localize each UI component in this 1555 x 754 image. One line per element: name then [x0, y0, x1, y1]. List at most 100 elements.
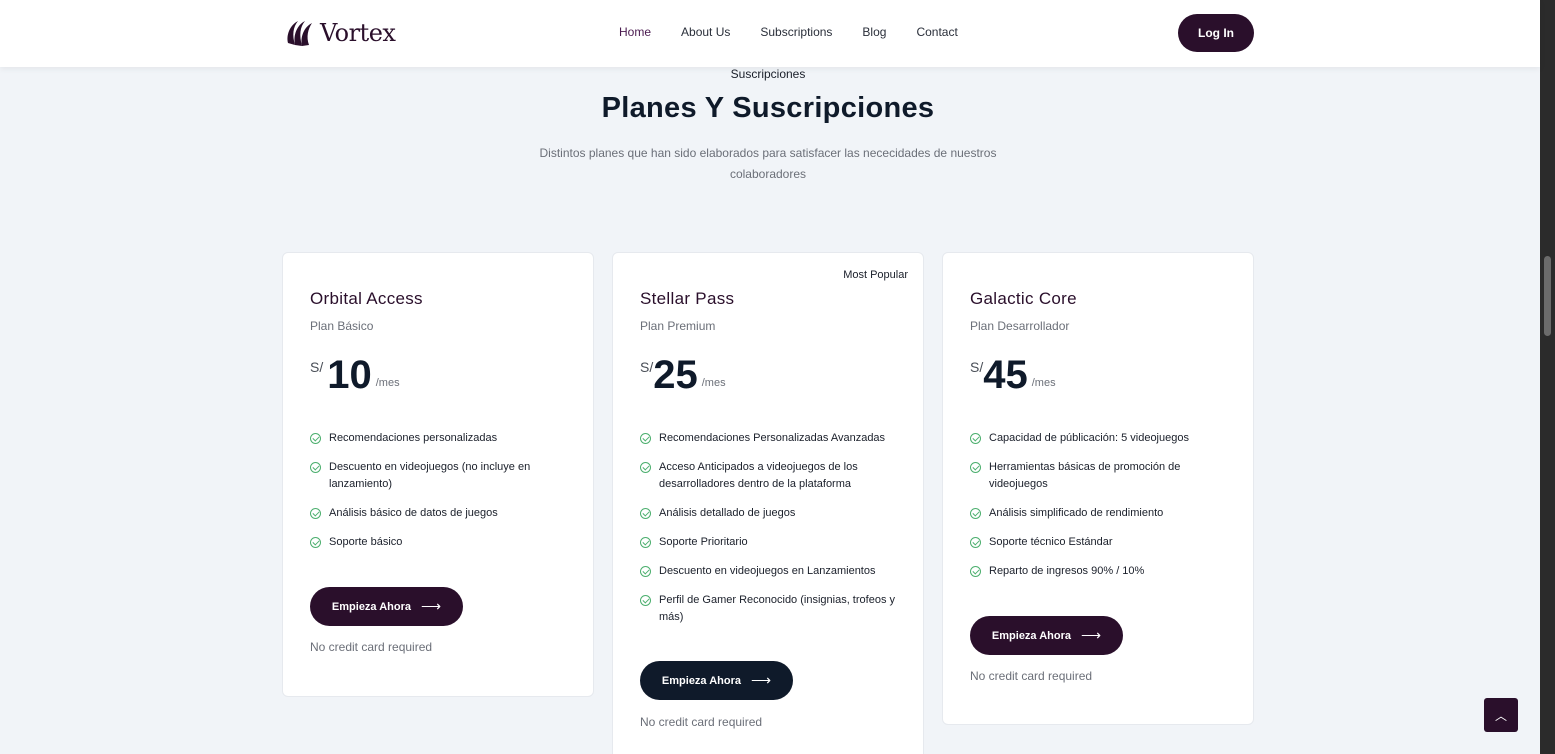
feature-item: Soporte Prioritario	[640, 534, 905, 551]
feature-item: Descuento en videojuegos en Lanzamientos	[640, 563, 905, 580]
check-circle-icon	[970, 508, 981, 519]
page-scrollbar[interactable]	[1540, 0, 1555, 754]
feature-text: Herramientas básicas de promoción de vid…	[989, 461, 1181, 490]
plan-name: Galactic Core	[970, 289, 1077, 308]
most-popular-badge: Most Popular	[843, 269, 908, 281]
plan-subtitle: Plan Premium	[640, 319, 716, 333]
plan-card-stellar-pass: Most Popular Stellar Pass Plan Premium S…	[612, 252, 924, 754]
logo-text: Vortex	[320, 19, 396, 47]
nav-about-us[interactable]: About Us	[681, 25, 730, 39]
feature-item: Herramientas básicas de promoción de vid…	[970, 459, 1235, 493]
feature-text: Recomendaciones Personalizadas Avanzadas	[659, 432, 886, 444]
feature-text: Descuento en videojuegos en Lanzamientos	[659, 565, 876, 577]
nav-home[interactable]: Home	[619, 25, 651, 39]
feature-item: Soporte básico	[310, 534, 575, 551]
feature-item: Recomendaciones personalizadas	[310, 430, 575, 447]
plan-price: S/ 25 /mes	[640, 353, 726, 397]
check-circle-icon	[310, 433, 321, 444]
check-circle-icon	[310, 508, 321, 519]
no-credit-card-note: No credit card required	[310, 640, 433, 654]
login-button[interactable]: Log In	[1178, 14, 1254, 52]
start-now-button[interactable]: Empieza Ahora ⟶	[640, 661, 793, 700]
page-title: Planes Y Suscripciones	[601, 92, 935, 124]
section-tag: Suscripciones	[730, 67, 806, 81]
feature-item: Análisis básico de datos de juegos	[310, 505, 575, 522]
cta-label: Empieza Ahora	[991, 629, 1071, 642]
price-amount: 25	[653, 353, 698, 397]
check-circle-icon	[970, 537, 981, 548]
price-period: /mes	[1031, 377, 1056, 389]
check-circle-icon	[970, 433, 981, 444]
feature-text: Capacidad de públicación: 5 videojuegos	[989, 432, 1189, 444]
arrow-right-icon: ⟶	[1080, 627, 1102, 643]
plan-card-orbital-access: Orbital Access Plan Básico S/ 10 /mes Re…	[282, 252, 594, 697]
vortex-logo-icon	[287, 21, 312, 46]
chevron-up-icon: ︿	[1494, 708, 1507, 723]
feature-text: Soporte técnico Estándar	[989, 536, 1113, 548]
feature-list: Recomendaciones Personalizadas Avanzadas…	[640, 430, 905, 638]
feature-item: Análisis detallado de juegos	[640, 505, 905, 522]
feature-list: Recomendaciones personalizadas Descuento…	[310, 430, 575, 563]
feature-item: Soporte técnico Estándar	[970, 534, 1235, 551]
feature-item: Perfil de Gamer Reconocido (insignias, t…	[640, 592, 905, 626]
feature-text: Análisis básico de datos de juegos	[329, 507, 498, 519]
price-currency: S/	[310, 359, 324, 375]
plan-subtitle: Plan Desarrollador	[970, 319, 1070, 333]
arrow-right-icon: ⟶	[750, 672, 772, 688]
scroll-to-top-button[interactable]: ︿	[1484, 698, 1518, 732]
check-circle-icon	[970, 566, 981, 577]
feature-text: Descuento en videojuegos (no incluye en …	[329, 461, 531, 490]
no-credit-card-note: No credit card required	[970, 669, 1093, 683]
price-amount: 10	[327, 353, 372, 397]
price-currency: S/	[970, 359, 984, 375]
check-circle-icon	[640, 595, 651, 606]
price-period: /mes	[701, 377, 726, 389]
check-circle-icon	[640, 433, 651, 444]
site-header: Vortex Home About Us Subscriptions Blog …	[0, 0, 1540, 67]
check-circle-icon	[640, 462, 651, 473]
feature-item: Reparto de ingresos 90% / 10%	[970, 563, 1235, 580]
plan-price: S/ 10 /mes	[310, 353, 400, 397]
cta-label: Empieza Ahora	[661, 674, 741, 687]
feature-list: Capacidad de públicación: 5 videojuegos …	[970, 430, 1235, 592]
nav-blog[interactable]: Blog	[862, 25, 886, 39]
feature-text: Recomendaciones personalizadas	[329, 432, 498, 444]
check-circle-icon	[640, 537, 651, 548]
logo[interactable]: Vortex	[284, 16, 396, 50]
no-credit-card-note: No credit card required	[640, 715, 763, 729]
feature-text: Soporte básico	[329, 536, 403, 548]
feature-text: Perfil de Gamer Reconocido (insignias, t…	[659, 594, 895, 623]
price-period: /mes	[375, 377, 400, 389]
plan-price: S/ 45 /mes	[970, 353, 1056, 397]
feature-item: Descuento en videojuegos (no incluye en …	[310, 459, 575, 493]
feature-text: Análisis simplificado de rendimiento	[989, 507, 1164, 519]
price-currency: S/	[640, 359, 654, 375]
main-nav: Home About Us Subscriptions Blog Contact	[619, 25, 958, 39]
start-now-button[interactable]: Empieza Ahora ⟶	[970, 616, 1123, 655]
nav-contact[interactable]: Contact	[916, 25, 957, 39]
arrow-right-icon: ⟶	[420, 598, 442, 614]
feature-text: Análisis detallado de juegos	[659, 507, 796, 519]
feature-item: Acceso Anticipados a videojuegos de los …	[640, 459, 905, 493]
check-circle-icon	[640, 566, 651, 577]
feature-item: Capacidad de públicación: 5 videojuegos	[970, 430, 1235, 447]
nav-subscriptions[interactable]: Subscriptions	[760, 25, 832, 39]
section-description: Distintos planes que han sido elaborados…	[539, 146, 997, 181]
plan-subtitle: Plan Básico	[310, 319, 374, 333]
plan-name: Stellar Pass	[640, 289, 735, 308]
feature-item: Recomendaciones Personalizadas Avanzadas	[640, 430, 905, 447]
check-circle-icon	[310, 537, 321, 548]
price-amount: 45	[983, 353, 1028, 397]
feature-text: Reparto de ingresos 90% / 10%	[989, 565, 1145, 577]
feature-text: Soporte Prioritario	[659, 536, 748, 548]
plan-name: Orbital Access	[310, 289, 423, 308]
check-circle-icon	[310, 462, 321, 473]
check-circle-icon	[970, 462, 981, 473]
start-now-button[interactable]: Empieza Ahora ⟶	[310, 587, 463, 626]
check-circle-icon	[640, 508, 651, 519]
cta-label: Empieza Ahora	[331, 600, 411, 613]
feature-item: Análisis simplificado de rendimiento	[970, 505, 1235, 522]
plan-card-galactic-core: Galactic Core Plan Desarrollador S/ 45 /…	[942, 252, 1254, 725]
scrollbar-thumb[interactable]	[1544, 256, 1551, 336]
feature-text: Acceso Anticipados a videojuegos de los …	[659, 461, 858, 490]
